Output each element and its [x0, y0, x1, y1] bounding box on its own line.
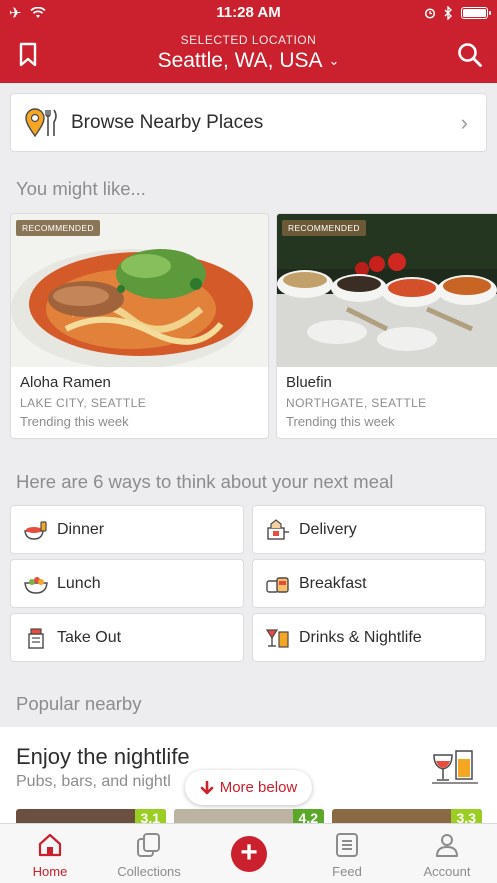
battery-icon [461, 7, 491, 19]
meal-label: Breakfast [299, 574, 367, 592]
chevron-right-icon: › [460, 110, 468, 135]
restaurant-area: LAKE CITY, SEATTLE [20, 396, 147, 410]
location-name: Seattle, WA, USA [157, 49, 323, 72]
restaurant-trend: Trending this week [20, 414, 129, 429]
tab-label: Feed [332, 864, 362, 879]
tab-label: Home [32, 864, 68, 879]
takeout-icon [28, 627, 44, 649]
meal-label: Drinks & Nightlife [299, 628, 422, 646]
bluetooth-icon [444, 6, 452, 20]
delivery-icon [267, 518, 289, 540]
meal-delivery-button[interactable]: Delivery [252, 505, 486, 554]
more-below-button[interactable]: More below [185, 770, 312, 805]
lunch-icon [24, 576, 48, 594]
tab-collections[interactable]: Collections [99, 824, 199, 883]
breakfast-icon [266, 576, 289, 593]
status-right [424, 6, 491, 20]
restaurant-card-aloha-ramen[interactable]: RECOMMENDED Aloha Ramen LAKE CITY, SEATT… [10, 213, 269, 439]
restaurant-trend: Trending this week [286, 414, 395, 429]
app-header: ✈ 11:28 AM SELECTED LOCATION Seattle, WA… [0, 0, 497, 83]
collection-subtitle: Pubs, bars, and nightl [16, 773, 171, 790]
tab-home[interactable]: Home [0, 824, 100, 883]
meal-label: Delivery [299, 520, 357, 538]
restaurant-card-bluefin[interactable]: RECOMMENDED Bluefin NORTHGATE, SEATTLE T… [276, 213, 497, 439]
meal-label: Lunch [57, 574, 101, 592]
collection-title: Enjoy the nightlife [16, 744, 190, 769]
restaurant-name: Aloha Ramen [20, 374, 111, 391]
tab-label: Collections [117, 864, 181, 879]
meals-title: Here are 6 ways to think about your next… [16, 471, 394, 492]
tab-label: Account [423, 864, 471, 879]
browse-nearby-button[interactable]: Browse Nearby Places › [10, 93, 487, 152]
account-icon [436, 834, 458, 857]
meal-drinks-nightlife-button[interactable]: Drinks & Nightlife [252, 613, 486, 662]
location-selector[interactable]: SELECTED LOCATION Seattle, WA, USA ⌄ [0, 33, 497, 73]
buffet-photo: RECOMMENDED [277, 214, 497, 367]
browse-nearby-label: Browse Nearby Places [71, 111, 264, 133]
meal-dinner-button[interactable]: Dinner [10, 505, 244, 554]
location-city[interactable]: Seattle, WA, USA ⌄ [0, 49, 497, 73]
popular-title: Popular nearby [16, 693, 142, 714]
chevron-down-icon: ⌄ [328, 53, 340, 69]
dinner-icon [24, 520, 47, 540]
feed-icon [336, 833, 358, 857]
restaurant-name: Bluefin [286, 374, 332, 391]
meal-takeout-button[interactable]: Take Out [10, 613, 244, 662]
meal-lunch-button[interactable]: Lunch [10, 559, 244, 608]
tab-account[interactable]: Account [397, 824, 497, 883]
collections-icon [137, 833, 160, 857]
status-bar: ✈ 11:28 AM [0, 0, 497, 26]
add-icon[interactable]: + [231, 836, 267, 872]
meal-breakfast-button[interactable]: Breakfast [252, 559, 486, 608]
meal-label: Take Out [57, 628, 122, 646]
ramen-photo: RECOMMENDED [11, 214, 268, 367]
drinks-icon [265, 628, 289, 648]
restaurant-area: NORTHGATE, SEATTLE [286, 396, 427, 410]
meal-label: Dinner [57, 520, 105, 538]
tab-bar: Home Collections + Feed Account [0, 823, 497, 883]
recommendations-title: You might like... [16, 178, 146, 199]
more-below-label: More below [219, 779, 298, 796]
recommended-badge: RECOMMENDED [16, 220, 100, 236]
recommended-badge: RECOMMENDED [282, 220, 366, 236]
search-icon[interactable] [457, 42, 483, 68]
location-pin-cutlery-icon [25, 107, 57, 137]
location-label: SELECTED LOCATION [180, 33, 317, 47]
status-time: 11:28 AM [216, 4, 281, 21]
tab-feed[interactable]: Feed [297, 824, 397, 883]
arrow-down-icon [200, 780, 214, 794]
home-icon [38, 833, 62, 857]
drinks-illustration-icon [432, 750, 478, 784]
alarm-icon [424, 8, 436, 19]
